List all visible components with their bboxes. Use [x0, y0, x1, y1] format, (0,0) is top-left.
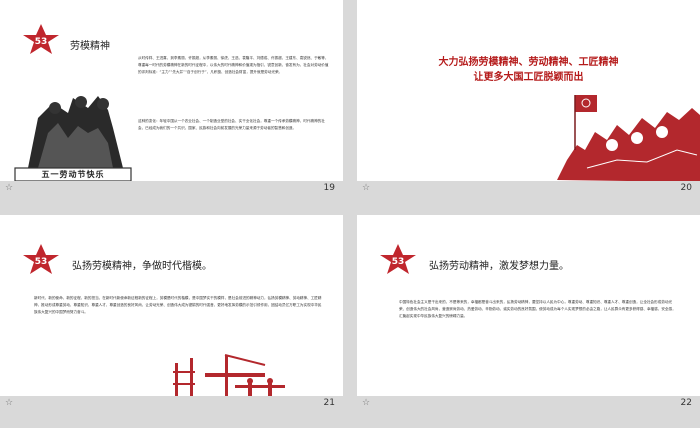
slide-title: 弘扬劳动精神，激发梦想力量。 [429, 261, 569, 272]
badge-text: 53 [392, 257, 405, 267]
slide-footer: ☆ 19 [0, 181, 343, 197]
slide-heading-line1: 大力弘扬劳模精神、劳动精神、工匠精神 [438, 57, 619, 68]
slide-body-text: 从时传祥、王进喜，到李素丽、许振超，从李素丽、徐虎、王选、袁隆平、刘德成、许振超… [138, 56, 329, 74]
star-badge-icon: 53 [20, 242, 62, 276]
slide-body-text-2: 这种的变化：年轻中国从一个农业社会、一个制造业型的社会、实干业化社会，尊重一个传… [138, 119, 325, 130]
star-icon: ☆ [5, 183, 14, 193]
slide-body-text: 中国特色社会主义是干出来的，不是等来的，幸福都是奋斗出来的，弘扬劳动精神，要坚持… [399, 300, 676, 318]
slide-heading-line2: 让更多大国工匠脱颖而出 [473, 72, 584, 83]
page-number: 22 [680, 398, 692, 408]
construction-illustration [165, 353, 295, 398]
slide-21[interactable]: 53 弘扬劳模精神，争做时代楷模。 新时代、新的使命，新的征程，新的担当，在新时… [0, 215, 343, 412]
slide-title: 劳模精神 [70, 41, 110, 52]
holiday-banner: 五一劳动节快乐 [41, 169, 105, 179]
star-icon: ☆ [362, 183, 371, 193]
slide-footer: ☆ 20 [357, 181, 700, 197]
slide-22[interactable]: 53 弘扬劳动精神，激发梦想力量。 中国特色社会主义是干出来的，不是等来的，幸福… [357, 215, 700, 412]
slide-footer: ☆ 22 [357, 396, 700, 412]
star-badge-icon: 53 [20, 22, 62, 56]
page-number: 19 [323, 183, 335, 193]
slide-19[interactable]: 53 劳模精神 五一劳动节快乐 从时传祥、王进喜，到李素丽、许振超，从李素丽、徐… [0, 0, 343, 197]
star-icon: ☆ [5, 398, 14, 408]
slide-body-text: 新时代、新的使命，新的征程，新的担当，在新时代新使命新征程新的征程上，劳模是时代… [34, 296, 322, 314]
slide-title: 弘扬劳模精神，争做时代楷模。 [72, 261, 212, 272]
page-number: 20 [680, 183, 692, 193]
page-number: 21 [323, 398, 335, 408]
star-icon: ☆ [362, 398, 371, 408]
badge-text: 53 [35, 257, 48, 267]
slide-20[interactable]: 大力弘扬劳模精神、劳动精神、工匠精神 让更多大国工匠脱颖而出 ☆ 20 [357, 0, 700, 197]
badge-text: 53 [35, 37, 48, 47]
slide-footer: ☆ 21 [0, 396, 343, 412]
red-crowd-illustration [557, 90, 700, 182]
star-badge-icon: 53 [377, 242, 419, 276]
